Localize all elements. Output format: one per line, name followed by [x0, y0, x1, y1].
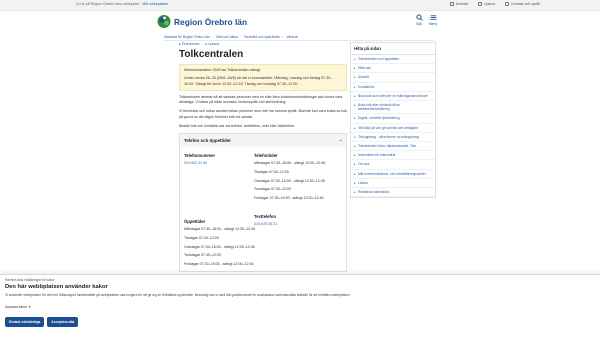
listen-page-link[interactable]: ▸ Lyssna — [205, 42, 219, 46]
on-page-nav-list: Tolkcentralen och öppettider Hitta oss A… — [351, 55, 435, 198]
chevron-down-icon: ▾ — [28, 305, 31, 309]
phone-number-block: Telefonnummer 019-602 41 50 — [184, 153, 254, 165]
open-hours-heading: Öppettider — [184, 218, 206, 224]
logo-text: Region Örebro län — [174, 16, 248, 27]
phone-heading: Telefonnummer — [184, 152, 216, 158]
contact-link[interactable]: Kontakt — [449, 2, 468, 6]
hours-line: Fredagar 07:30–16:00 - stängt 12:00–12:4… — [254, 196, 324, 201]
on-page-nav-item[interactable]: Tolkcentralen och öppettider — [351, 55, 435, 65]
accordion-header[interactable]: Telefon och öppettider − — [180, 133, 346, 147]
on-page-nav-item[interactable]: Digital- och/eller fjärrtolkning — [351, 114, 435, 124]
on-page-nav-heading: Hitta på sidan — [351, 43, 435, 55]
region-logo-icon — [157, 15, 171, 28]
on-page-nav-item[interactable]: Vill tolka på och ge samtal som deltagar… — [351, 124, 435, 133]
on-page-nav-item[interactable]: Tolkuppdrag - olika former av tolkuppdra… — [351, 133, 435, 143]
hours-line: Torsdagar 07:30–12:00 — [184, 253, 221, 258]
search-button[interactable]: Sök — [412, 14, 426, 26]
language-label: Kontakt och språk — [511, 2, 540, 6]
contact-label: Kontakt — [455, 2, 468, 6]
on-page-nav-item[interactable]: Relaterad information — [351, 188, 435, 198]
cookie-buttons: Endast nödvändiga Acceptera alla — [5, 317, 79, 327]
on-page-nav-item[interactable]: Hitta oss — [351, 64, 435, 74]
on-page-nav-item[interactable]: Boka tolk som behöver en tolkningssamord… — [351, 92, 435, 102]
on-page-nav: Hitta på sidan Tolkcentralen och öppetti… — [350, 42, 436, 199]
breadcrumb-item[interactable]: Vårdval — [286, 35, 297, 39]
paragraph: Beställ tolk och kontakta oss via telefo… — [179, 123, 296, 128]
on-page-nav-item[interactable]: Om oss — [351, 160, 435, 170]
cookie-title: Den här webbplatsen använder kakor — [5, 284, 108, 290]
hours-line: Måndagar 07:30–16:00 - stängt 12:00–12:4… — [184, 226, 256, 231]
hamburger-icon — [430, 15, 436, 20]
on-page-nav-item[interactable]: Tolkcentralen Kann läkarkostnadsf. Tolk — [351, 142, 435, 152]
hours-line: Måndagar 07:30–16:00 - stängt 12:00–12:4… — [254, 160, 326, 165]
breadcrumb-item[interactable]: Tandvård och sjukvården — [244, 35, 281, 39]
accept-all-button[interactable]: Acceptera alla — [47, 317, 79, 327]
on-page-nav-item[interactable]: Mitt kommunikations- och rehabiliterings… — [351, 170, 435, 179]
adjust-cookies-label: Anpassa kakor — [5, 305, 27, 309]
hours-line: Onsdagar 07:30–16:00 - stängt 12:00–12:4… — [254, 178, 325, 183]
search-label: Sök — [416, 22, 422, 26]
collapse-icon: − — [339, 137, 342, 143]
contact-icon — [449, 2, 454, 6]
on-page-nav-item[interactable]: Information för tolkcentral — [351, 151, 435, 161]
hours-line: Torsdagar 07:30–12:00 — [254, 187, 291, 192]
listen-label: Lyssna — [483, 2, 496, 6]
paragraph: Vi förmedlar och tolkar samtal mellan pe… — [179, 109, 347, 119]
listen-link[interactable]: Lyssna — [477, 2, 496, 6]
texttel-heading: Texttelefon — [254, 213, 277, 219]
breadcrumb-item[interactable]: Startsida för Region Örebro län — [164, 35, 210, 39]
on-page-nav-item[interactable]: Länkar — [351, 179, 435, 189]
globe-icon — [505, 2, 510, 6]
text-version-link[interactable]: ▸ Textversion — [179, 42, 199, 46]
language-link[interactable]: Kontakt och språk — [505, 2, 540, 6]
cookie-banner: Hantera dina inställningar för kakor Den… — [0, 274, 600, 338]
site-header: Region Örebro län Sök Meny — [0, 11, 600, 33]
notice-box: Midsommarafton 23/6 har Tolkcentralen st… — [179, 64, 347, 91]
speaker-icon — [477, 2, 482, 6]
phone-hours-block: Telefontider Måndagar 07:30–16:00 - stän… — [254, 153, 344, 205]
notice-line: Midsommarafton 23/6 har Tolkcentralen st… — [184, 68, 261, 72]
main-content: ▸ Textversion ▸ Lyssna Tolkcentralen Mid… — [179, 42, 347, 272]
site-notice-text: Du är på Region Örebro läns webbplats — [76, 2, 140, 6]
notice-line: Under vecka 26–33 (26/6–18/8) så har vi … — [184, 76, 333, 86]
breadcrumb: Startsida för Region Örebro län › Vård oc… — [164, 35, 298, 39]
adjust-cookies-toggle[interactable]: Anpassa kakor ▾ — [5, 305, 30, 309]
phone-hours-heading: Telefontider — [254, 152, 278, 158]
listen-page-label: Lyssna — [208, 42, 220, 46]
text-version-label: Textversion — [181, 42, 200, 46]
search-icon — [415, 14, 423, 21]
phone-number-link[interactable]: 019-602 41 50 — [184, 161, 254, 165]
cookie-settings-caption: Hantera dina inställningar för kakor — [5, 278, 55, 282]
necessary-only-button[interactable]: Endast nödvändiga — [5, 317, 45, 327]
on-page-nav-item[interactable]: Aktuellt — [351, 73, 435, 83]
logo[interactable]: Region Örebro län — [157, 14, 247, 29]
on-page-nav-item[interactable]: Kontaktinfo — [351, 83, 435, 92]
open-hours-block: Öppettider Måndagar 07:30–16:00 - stängt… — [184, 219, 264, 271]
menu-label: Meny — [428, 22, 438, 26]
page-title: Tolkcentralen — [179, 49, 244, 60]
hours-line: Tisdagar 07:30–12:00 — [254, 169, 289, 174]
hours-line: Onsdagar 07:30–16:00 - stängt 12:00–12:4… — [184, 244, 255, 249]
body-text: Tolkcentralen arbetar så att samtals per… — [179, 95, 347, 129]
cookie-text: Vi använder webbplatser för att med Häls… — [5, 293, 351, 297]
accordion-phone-hours: Telefon och öppettider − Telefonnummer 0… — [179, 132, 347, 272]
top-utility-bar: Du är på Region Örebro läns webbplats · … — [0, 0, 600, 11]
utility-links: Kontakt Lyssna Kontakt och språk — [449, 2, 540, 6]
menu-button[interactable]: Meny — [426, 14, 440, 26]
hours-line: Fredagar 07:30–15:00 - stängt 12:00–12:4… — [184, 262, 254, 267]
accordion-title: Telefon och öppettider — [184, 137, 231, 143]
share-row: ▸ Textversion ▸ Lyssna — [179, 42, 347, 46]
accordion-body: Telefonnummer 019-602 41 50 Telefontider… — [180, 147, 346, 271]
hours-line: Tisdagar 07:30–12:00 — [184, 235, 219, 240]
site-notice: Du är på Region Örebro läns webbplats · … — [76, 2, 169, 6]
breadcrumb-item[interactable]: Vård och hälsa — [216, 35, 238, 39]
on-page-nav-item[interactable]: Boka tolk eller skrivtolk till en arbets… — [351, 101, 435, 115]
paragraph: Tolkcentralen arbetar så att samtals per… — [179, 94, 343, 105]
texttel-number-link[interactable]: 019-670 25 21 — [254, 222, 344, 226]
my-sites-link[interactable]: Mitt webbplatser — [142, 2, 168, 6]
divider — [164, 40, 434, 41]
texttel-block: Texttelefon 019-670 25 21 — [254, 214, 344, 226]
